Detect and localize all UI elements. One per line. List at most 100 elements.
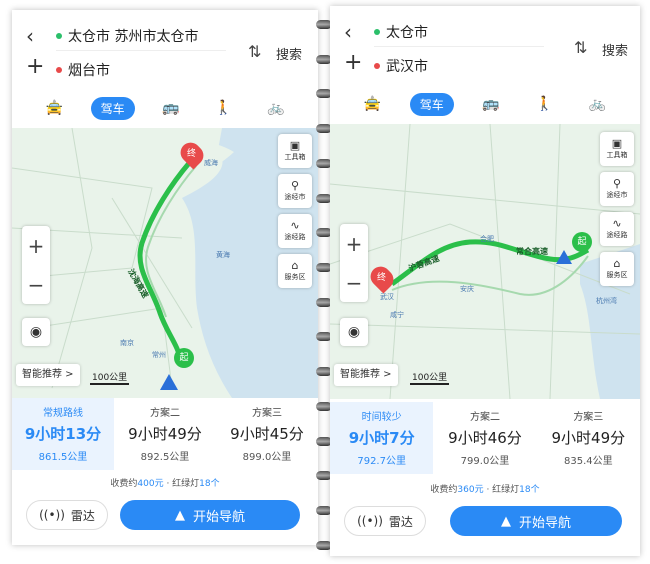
radar-label: 雷达 (388, 514, 413, 529)
navigate-arrow-icon: ▲ (174, 507, 185, 523)
smart-recommend-button[interactable]: 智能推荐 > (16, 364, 80, 386)
divider (56, 50, 226, 51)
origin-dot-icon (56, 33, 62, 39)
destination-field[interactable]: 烟台市 (56, 60, 110, 80)
tool-label: 服务区 (284, 273, 306, 281)
bike-icon[interactable]: 🚲 (581, 96, 613, 112)
zoom-in-icon[interactable]: + (346, 232, 363, 256)
route-time: 9小时49分 (551, 429, 626, 447)
place-label: 安庆 (460, 285, 474, 293)
tab-drive[interactable]: 驾车 (90, 96, 135, 120)
route-distance: 892.5公里 (140, 452, 190, 463)
fee-prefix: 收费约 (110, 479, 138, 489)
swap-icon[interactable]: ⇅ (574, 38, 587, 57)
route-panel-left: ‹ 太仓市 苏州市太仓市 + 烟台市 ⇅ 搜索 🚖 驾车 🚌 🚶 🚲 终 起 威… (12, 10, 318, 545)
tool-label: 途经路 (606, 231, 628, 239)
swap-icon[interactable]: ⇅ (248, 42, 261, 61)
route-distance: 799.0公里 (460, 456, 510, 467)
toolbox-button[interactable]: ▣ 工具箱 (278, 134, 312, 168)
pin-icon: ⚲ (290, 179, 300, 192)
route-distance: 792.7公里 (357, 456, 406, 467)
walk-icon[interactable]: 🚶 (207, 100, 239, 116)
service-area-button[interactable]: ⌂ 服务区 (278, 254, 312, 288)
end-marker-label: 终 (377, 273, 387, 283)
tab-drive[interactable]: 驾车 (409, 92, 454, 116)
destination-dot-icon (56, 67, 62, 73)
route-panel-right: ‹ 太仓市 + 武汉市 ⇅ 搜索 🚖 驾车 🚌 🚶 🚲 终 起 武汉 合肥 安庆… (330, 6, 640, 556)
place-label: 常州 (152, 351, 166, 359)
route-header: ‹ 太仓市 + 武汉市 ⇅ 搜索 🚖 驾车 🚌 🚶 🚲 (330, 6, 640, 124)
route-option-1[interactable]: 常规路线 9小时13分 861.5公里 (12, 398, 114, 470)
origin-dot-icon (374, 29, 380, 35)
start-navigation-button[interactable]: ▲ 开始导航 (450, 506, 622, 536)
place-label: 合肥 (480, 235, 494, 243)
walk-icon[interactable]: 🚶 (528, 96, 560, 112)
toolbox-button[interactable]: ▣ 工具箱 (600, 132, 634, 166)
zoom-out-icon[interactable]: − (28, 273, 45, 297)
map-tools: ▣ 工具箱 ⚲ 途经市 ∿ 途经路 ⌂ 服务区 (278, 134, 312, 288)
search-button[interactable]: 搜索 (602, 40, 628, 59)
my-location-arrow-icon (160, 374, 178, 390)
zoom-in-icon[interactable]: + (28, 234, 45, 258)
bus-icon[interactable]: 🚌 (155, 100, 187, 116)
tool-label: 途经市 (284, 193, 306, 201)
back-icon[interactable]: ‹ (344, 20, 352, 44)
route-option-1[interactable]: 时间较少 9小时7分 792.7公里 (330, 402, 434, 474)
via-city-button[interactable]: ⚲ 途经市 (278, 174, 312, 208)
divider (374, 46, 544, 47)
map-view[interactable]: 终 起 武汉 合肥 安庆 杭州湾 咸宁 沪蓉高速 常合高速 + − ◉ ▣ 工具箱… (330, 124, 640, 399)
start-marker: 起 (174, 348, 194, 368)
destination-dot-icon (374, 63, 380, 69)
via-road-button[interactable]: ∿ 途经路 (600, 212, 634, 246)
zoom-out-icon[interactable]: − (346, 271, 363, 295)
locate-icon[interactable]: ◉ (340, 318, 368, 346)
add-waypoint-icon[interactable]: + (26, 54, 44, 79)
map-scale: 100公里 (90, 370, 130, 385)
route-header: ‹ 太仓市 苏州市太仓市 + 烟台市 ⇅ 搜索 🚖 驾车 🚌 🚶 🚲 (12, 10, 318, 128)
route-options: 时间较少 9小时7分 792.7公里 方案二 9小时46分 799.0公里 方案… (330, 402, 640, 474)
via-road-button[interactable]: ∿ 途经路 (278, 214, 312, 248)
route-option-3[interactable]: 方案三 9小时45分 899.0公里 (216, 398, 318, 470)
place-label: 杭州湾 (596, 297, 617, 305)
route-option-3[interactable]: 方案三 9小时49分 835.4公里 (536, 402, 640, 474)
map-tools: ▣ 工具箱 ⚲ 途经市 ∿ 途经路 ⌂ 服务区 (600, 132, 634, 286)
route-option-2[interactable]: 方案二 9小时46分 799.0公里 (433, 402, 537, 474)
radar-button[interactable]: ((•)) 雷达 (26, 500, 108, 530)
taxi-icon[interactable]: 🚖 (38, 100, 70, 116)
route-distance: 899.0公里 (242, 452, 292, 463)
add-waypoint-icon[interactable]: + (344, 50, 362, 75)
origin-text: 太仓市 (386, 25, 428, 41)
bike-icon[interactable]: 🚲 (260, 100, 292, 116)
bus-icon[interactable]: 🚌 (475, 96, 507, 112)
route-option-2[interactable]: 方案二 9小时49分 892.5公里 (114, 398, 216, 470)
fee-amount: 360元 (457, 485, 484, 495)
traffic-lights-count: 18个 (199, 479, 220, 489)
route-distance: 835.4公里 (564, 456, 613, 467)
route-time: 9小时7分 (348, 429, 415, 447)
locate-icon[interactable]: ◉ (22, 318, 50, 346)
map-view[interactable]: 终 起 威海 黄海 南京 常州 沈海高速 + − ◉ ▣ 工具箱 ⚲ 途经市 ∿ 途经… (12, 128, 318, 398)
transport-modes: 🚖 驾车 🚌 🚶 🚲 (330, 90, 640, 118)
route-time: 9小时13分 (24, 425, 102, 443)
traffic-lights-count: 18个 (519, 485, 540, 495)
radar-icon: ((•)) (39, 508, 65, 522)
back-icon[interactable]: ‹ (26, 24, 34, 48)
start-navigation-button[interactable]: ▲ 开始导航 (120, 500, 300, 530)
origin-field[interactable]: 太仓市 (374, 22, 428, 42)
destination-text: 武汉市 (386, 59, 428, 75)
toolbox-icon: ▣ (611, 137, 623, 150)
fee-mid: · 红绿灯 (163, 479, 200, 489)
fee-mid: · 红绿灯 (483, 485, 520, 495)
route-time: 9小时45分 (230, 425, 304, 443)
fee-prefix: 收费约 (430, 485, 458, 495)
origin-field[interactable]: 太仓市 苏州市太仓市 (56, 26, 198, 46)
service-icon: ⌂ (613, 257, 621, 270)
smart-recommend-button[interactable]: 智能推荐 > (334, 364, 398, 386)
service-area-button[interactable]: ⌂ 服务区 (600, 252, 634, 286)
fee-info: 收费约400元 · 红绿灯18个 (12, 476, 318, 489)
search-button[interactable]: 搜索 (276, 44, 302, 63)
radar-button[interactable]: ((•)) 雷达 (344, 506, 426, 536)
via-city-button[interactable]: ⚲ 途经市 (600, 172, 634, 206)
destination-field[interactable]: 武汉市 (374, 56, 428, 76)
taxi-icon[interactable]: 🚖 (357, 96, 389, 112)
